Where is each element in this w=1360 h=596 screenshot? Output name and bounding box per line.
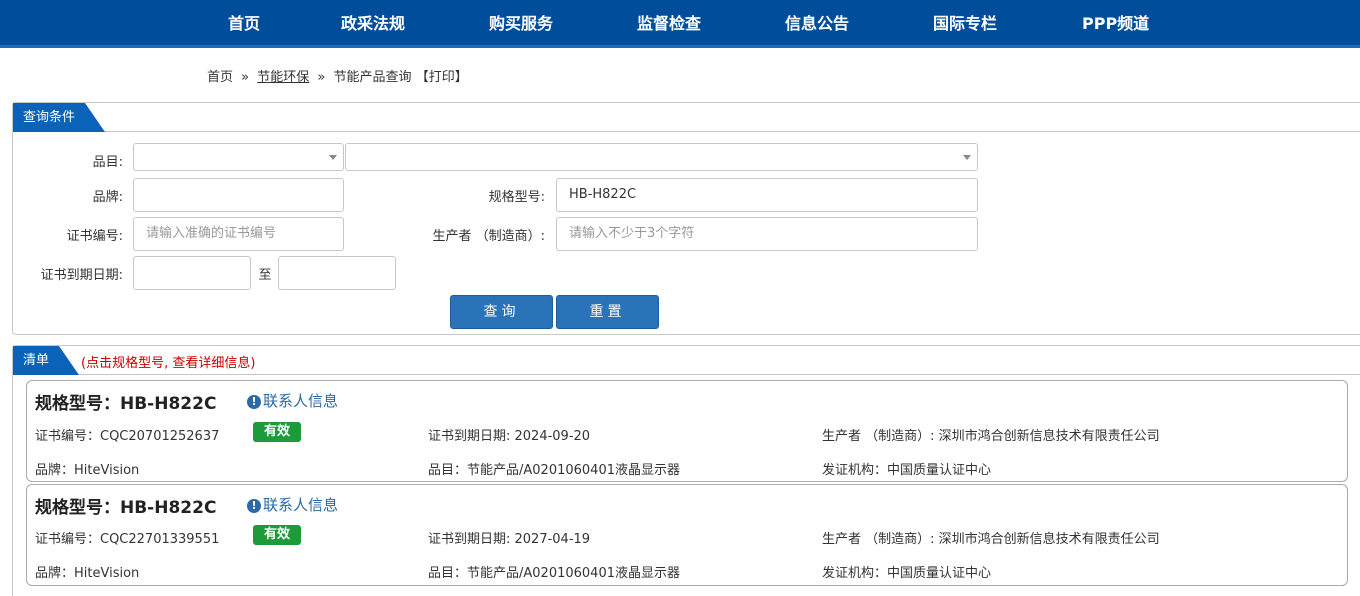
- brand: 品牌：HiteVision: [35, 463, 140, 478]
- nav-supervision[interactable]: 监督检查: [637, 0, 701, 46]
- print-link[interactable]: 【打印】: [416, 70, 468, 85]
- reset-button[interactable]: 重置: [556, 295, 659, 329]
- model-label: 规格型号:: [488, 190, 545, 205]
- brand-label: 品牌:: [92, 190, 123, 205]
- breadcrumb-separator: »: [317, 70, 326, 85]
- result-tab: 清单: [13, 346, 79, 375]
- expiry-date: 证书到期日期: 2027-04-19: [428, 532, 591, 547]
- result-card: 规格型号：HB-H822C ! 联系人信息 证书编号：CQC22701339551…: [26, 484, 1348, 586]
- breadcrumb: 首页 » 节能环保 » 节能产品查询 【打印】: [207, 66, 468, 85]
- status-badge: 有效: [253, 525, 301, 545]
- manufacturer: 生产者 （制造商）: 深圳市鸿合创新信息技术有限责任公司: [822, 429, 1160, 444]
- contact-info-label: 联系人信息: [263, 392, 339, 410]
- contact-info-link[interactable]: ! 联系人信息: [247, 494, 338, 515]
- nav-purchase-services[interactable]: 购买服务: [489, 0, 553, 46]
- issuing-body: 发证机构：中国质量认证中心: [822, 566, 992, 581]
- cert-number: 证书编号：CQC22701339551: [35, 532, 220, 547]
- cert-number-placeholder: 请输入准确的证书编号: [146, 226, 277, 241]
- cert-number-input[interactable]: 请输入准确的证书编号: [133, 217, 344, 251]
- nav-announcements[interactable]: 信息公告: [785, 0, 849, 46]
- contact-info-label: 联系人信息: [263, 496, 339, 514]
- category: 品目：节能产品/A0201060401液晶显示器: [428, 463, 680, 478]
- breadcrumb-separator: »: [241, 70, 250, 85]
- contact-info-link[interactable]: ! 联系人信息: [247, 390, 338, 411]
- query-panel-header: 查询条件: [13, 103, 1360, 132]
- status-badge: 有效: [253, 422, 301, 442]
- category: 品目：节能产品/A0201060401液晶显示器: [428, 566, 680, 581]
- nav-home[interactable]: 首页: [228, 0, 260, 46]
- chevron-down-icon: [329, 155, 337, 160]
- query-panel: 查询条件 品目: 品牌: 规格型号: HB-H822C 证书编号: 请输入准确的…: [12, 102, 1360, 335]
- model-input[interactable]: HB-H822C: [556, 178, 978, 212]
- result-panel-header: 清单 (点击规格型号, 查看详细信息): [13, 346, 1360, 375]
- breadcrumb-section-link[interactable]: 节能环保: [257, 70, 309, 85]
- chevron-down-icon: [963, 155, 971, 160]
- expiry-date-to-label: 至: [258, 268, 272, 283]
- category-select-primary[interactable]: [133, 143, 344, 171]
- nav-international[interactable]: 国际专栏: [933, 0, 997, 46]
- cert-number-label: 证书编号:: [66, 229, 123, 244]
- nav-regulations[interactable]: 政采法规: [341, 0, 405, 46]
- result-card: 规格型号：HB-H822C ! 联系人信息 证书编号：CQC20701252637…: [26, 380, 1348, 482]
- cert-number: 证书编号：CQC20701252637: [35, 429, 220, 444]
- nav-ppp[interactable]: PPP频道: [1082, 0, 1149, 46]
- expiry-date: 证书到期日期: 2024-09-20: [428, 429, 591, 444]
- info-circle-icon: !: [247, 395, 261, 409]
- breadcrumb-home[interactable]: 首页: [207, 70, 233, 85]
- issuing-body: 发证机构：中国质量认证中心: [822, 463, 992, 478]
- query-tab: 查询条件: [13, 103, 105, 132]
- manufacturer-placeholder: 请输入不少于3个字符: [569, 226, 695, 241]
- category-label: 品目:: [92, 155, 123, 170]
- top-navigation: 首页 政采法规 购买服务 监督检查 信息公告 国际专栏 PPP频道: [0, 0, 1360, 48]
- expiry-date-from-input[interactable]: [133, 256, 251, 290]
- brand: 品牌：HiteVision: [35, 566, 140, 581]
- expiry-date-label: 证书到期日期:: [40, 268, 123, 283]
- product-model-link[interactable]: 规格型号：HB-H822C: [35, 389, 216, 414]
- manufacturer-label: 生产者 （制造商）:: [432, 229, 545, 244]
- search-button[interactable]: 查询: [450, 295, 553, 329]
- manufacturer-input[interactable]: 请输入不少于3个字符: [556, 217, 978, 251]
- category-select-secondary[interactable]: [345, 143, 978, 171]
- expiry-date-to-input[interactable]: [278, 256, 396, 290]
- product-model-link[interactable]: 规格型号：HB-H822C: [35, 493, 216, 518]
- breadcrumb-current: 节能产品查询: [333, 70, 412, 85]
- manufacturer: 生产者 （制造商）: 深圳市鸿合创新信息技术有限责任公司: [822, 532, 1160, 547]
- brand-input[interactable]: [133, 178, 344, 212]
- info-circle-icon: !: [247, 499, 261, 513]
- result-hint: (点击规格型号, 查看详细信息): [81, 356, 256, 371]
